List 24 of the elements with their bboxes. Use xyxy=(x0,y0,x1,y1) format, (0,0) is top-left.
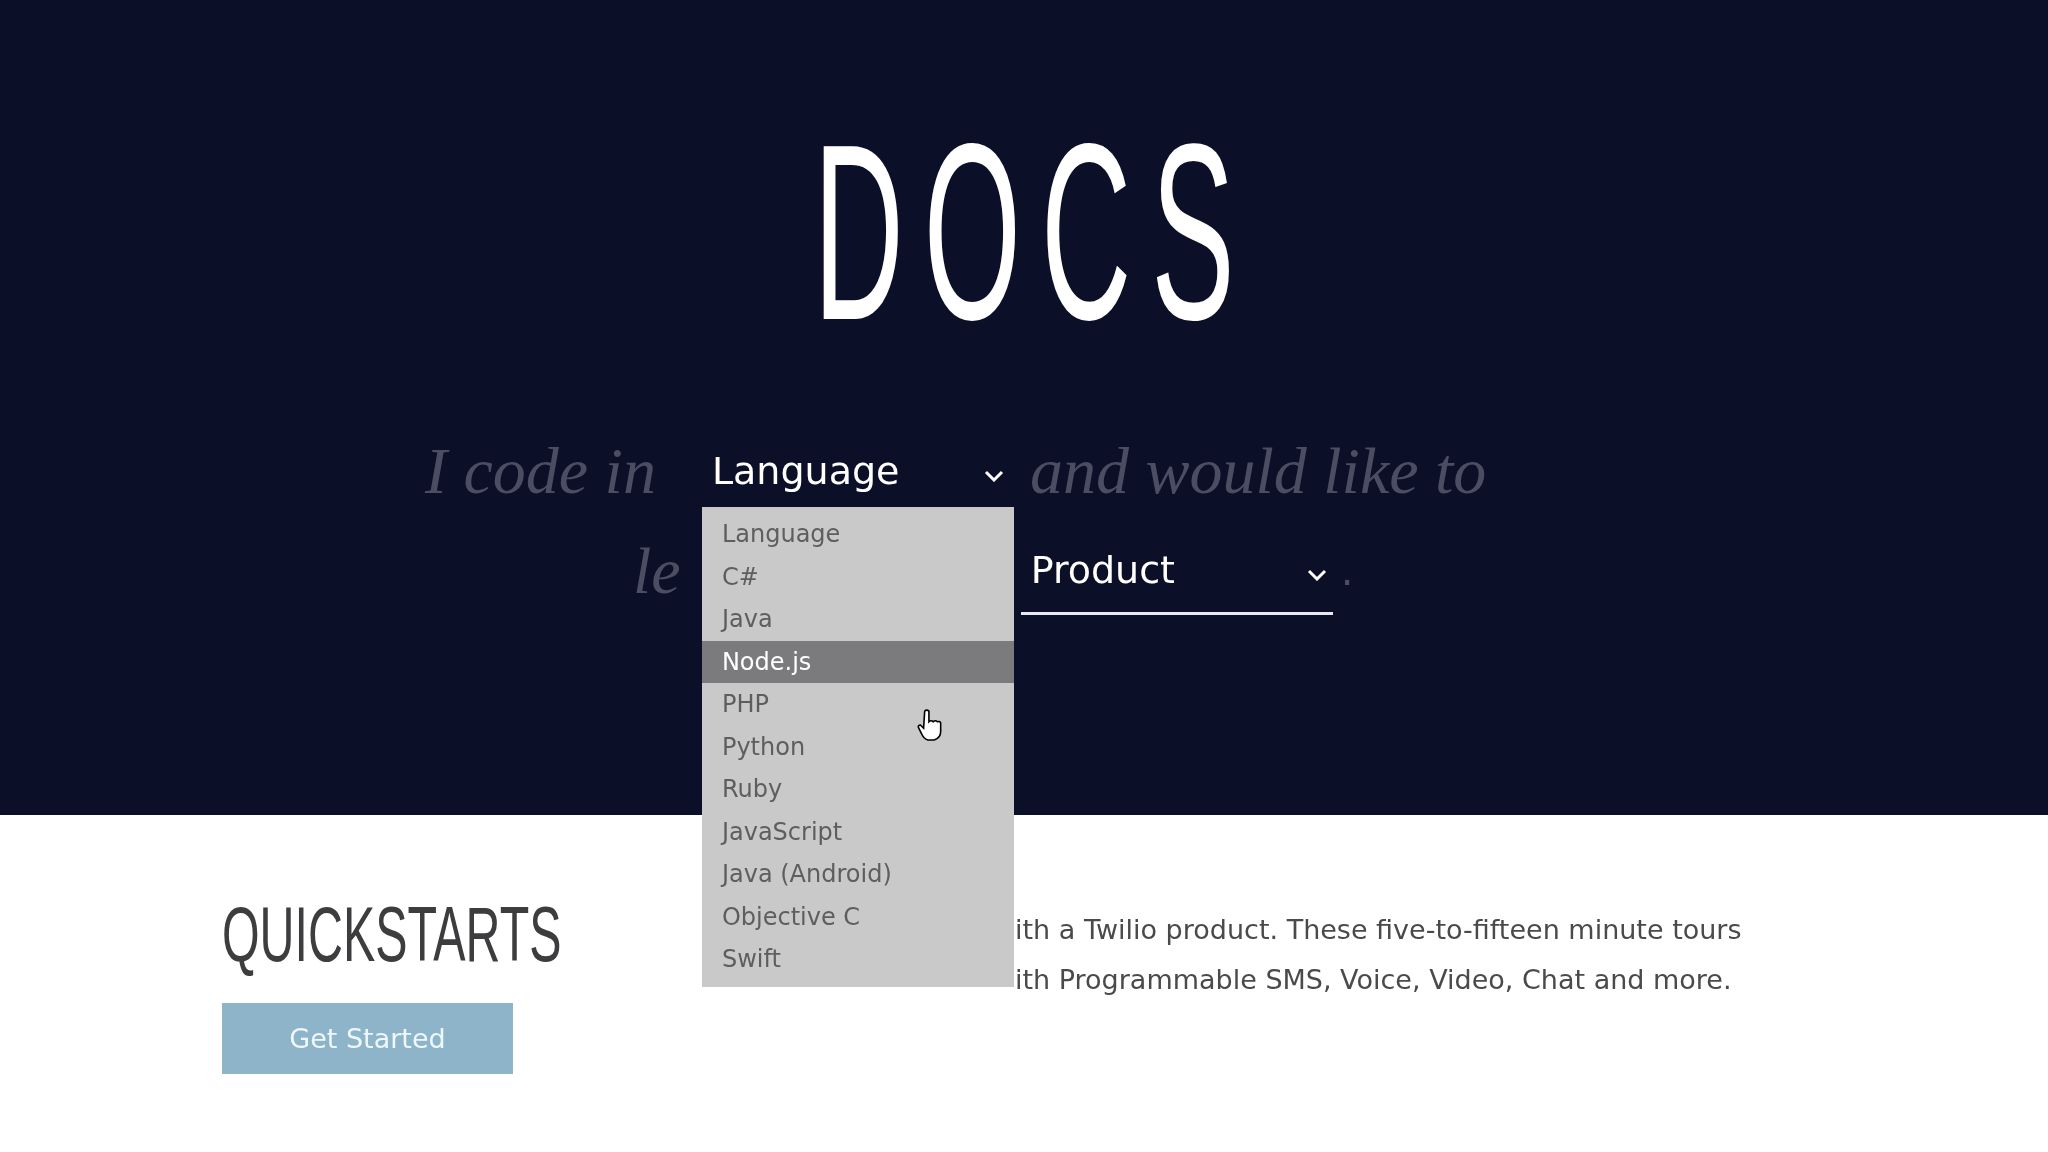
language-option[interactable]: Python xyxy=(701,725,1014,768)
sentence-text: I code in xyxy=(425,433,656,509)
language-option[interactable]: C# xyxy=(701,555,1014,598)
language-select[interactable]: Language xyxy=(709,436,1010,506)
product-select[interactable]: Product xyxy=(1020,527,1333,615)
sentence-text: and would like to xyxy=(1029,433,1487,509)
get-started-button[interactable]: Get Started xyxy=(222,1003,513,1074)
language-option[interactable]: Node.js xyxy=(701,640,1014,683)
sentence-text: . xyxy=(1340,548,1354,594)
language-option[interactable]: Language xyxy=(701,513,1014,556)
chevron-icon xyxy=(983,470,1004,482)
language-option[interactable]: Java (Android) xyxy=(701,853,1014,896)
sentence-text: le xyxy=(633,533,681,609)
hand-cursor-icon xyxy=(916,709,943,741)
language-option[interactable]: Swift xyxy=(701,938,1014,981)
chevron-icon xyxy=(1306,568,1327,581)
language-option[interactable]: Ruby xyxy=(701,768,1014,811)
description-text: ith a Twilio product. These five-to-fifteen minute tours xyxy=(1015,913,1742,947)
language-option[interactable]: JavaScript xyxy=(701,810,1014,853)
language-option[interactable]: Objective C xyxy=(701,895,1014,938)
description-text: ith Programmable SMS, Voice, Video, Chat and more. xyxy=(1015,963,1733,997)
docs-title: DOCS xyxy=(812,118,1255,348)
language-option[interactable]: Java xyxy=(701,598,1014,641)
language-option[interactable]: PHP xyxy=(701,683,1014,726)
